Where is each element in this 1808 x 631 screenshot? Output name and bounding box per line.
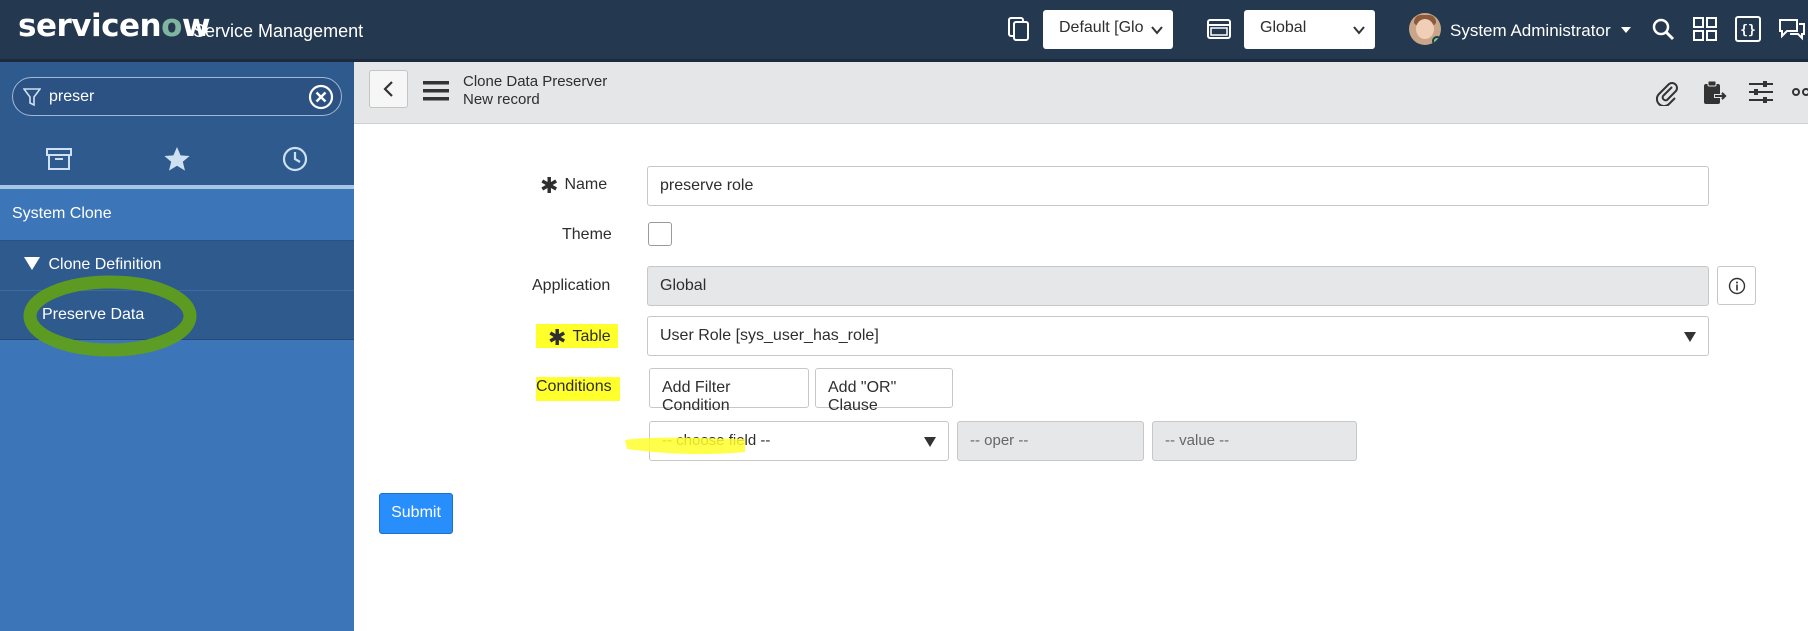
navigator-filter-input[interactable]: preser <box>12 77 342 116</box>
chat-icon[interactable] <box>1776 14 1806 44</box>
dropdown-arrow-icon <box>924 437 936 447</box>
application-navigator: preser System Clone Clone Definition Pre… <box>0 62 354 631</box>
operator-value: -- oper -- <box>970 432 1029 449</box>
update-set-select[interactable]: Default [Glo <box>1043 10 1173 49</box>
application-info-button[interactable] <box>1717 266 1756 305</box>
chevron-down-icon <box>1150 23 1164 41</box>
filter-icon <box>22 87 42 112</box>
add-or-clause-button[interactable]: Add "OR" Clause <box>815 368 953 414</box>
user-name: System Administrator <box>1450 21 1611 40</box>
nav-app-label: System Clone <box>12 205 112 222</box>
conditions-label: Conditions <box>536 377 620 401</box>
nav-app-system-clone[interactable]: System Clone <box>0 190 354 240</box>
value-placeholder: -- value -- <box>1165 432 1230 449</box>
name-value: preserve role <box>660 177 754 194</box>
nav-item-preserve-data[interactable]: Preserve Data <box>0 290 354 340</box>
online-status-dot <box>1432 36 1441 45</box>
application-scope-value: Global <box>1260 19 1307 36</box>
update-set-value: Default [Glo <box>1059 19 1144 36</box>
clear-filter-icon[interactable] <box>307 83 335 111</box>
value-field: -- value -- <box>1152 421 1357 461</box>
choose-field-select[interactable]: -- choose field -- <box>649 421 949 461</box>
table-label: ✱ Table <box>536 324 618 350</box>
clipboard-icon[interactable] <box>1702 80 1728 111</box>
application-label: Application <box>532 277 611 294</box>
add-filter-condition-button[interactable]: Add Filter Condition <box>649 368 809 414</box>
theme-checkbox[interactable] <box>648 222 672 246</box>
search-icon[interactable] <box>1648 14 1678 44</box>
nav-module-clone-definition[interactable]: Clone Definition <box>0 240 354 290</box>
nav-module-label: Clone Definition <box>48 256 162 273</box>
choose-field-value: -- choose field -- <box>662 432 771 449</box>
chevron-down-icon <box>1352 23 1366 41</box>
attachment-icon[interactable] <box>1655 80 1679 111</box>
application-field: Global <box>647 266 1709 306</box>
application-picker-icon[interactable] <box>1204 14 1234 44</box>
name-field[interactable]: preserve role <box>647 166 1709 206</box>
update-set-icon[interactable] <box>1004 14 1034 44</box>
app-title: Service Management <box>193 21 364 41</box>
svg-text:{}: {} <box>1740 23 1756 38</box>
back-arrow-icon <box>382 81 393 97</box>
application-scope-select[interactable]: Global <box>1244 10 1375 49</box>
script-debugger-icon[interactable]: {} <box>1733 14 1763 44</box>
required-asterisk-icon: ✱ <box>548 325 567 350</box>
submit-button[interactable]: Submit <box>379 493 453 534</box>
caret-down-icon <box>1621 27 1632 33</box>
all-apps-icon[interactable] <box>0 133 118 185</box>
table-select[interactable]: User Role [sys_user_has_role] <box>647 316 1709 356</box>
navigator-tabs <box>0 133 354 189</box>
theme-label: Theme <box>562 226 612 243</box>
navigator-filter-area: preser <box>0 62 354 133</box>
connect-icon[interactable] <box>1690 14 1720 44</box>
name-label: ✱ Name <box>540 173 608 198</box>
context-menu-icon[interactable] <box>423 80 449 107</box>
expand-triangle-icon <box>24 257 40 270</box>
info-icon <box>1728 277 1745 294</box>
dropdown-arrow-icon <box>1684 332 1696 342</box>
history-clock-icon[interactable] <box>236 133 354 185</box>
user-menu[interactable]: System Administrator <box>1450 21 1632 41</box>
more-options-icon[interactable] <box>1792 80 1808 109</box>
back-button[interactable] <box>369 70 408 108</box>
record-title: Clone Data Preserver <box>463 73 608 90</box>
application-value: Global <box>660 277 707 294</box>
favorites-star-icon[interactable] <box>118 133 236 185</box>
operator-select: -- oper -- <box>957 421 1144 461</box>
required-asterisk-icon: ✱ <box>540 173 559 198</box>
table-value: User Role [sys_user_has_role] <box>660 327 879 344</box>
nav-item-label: Preserve Data <box>42 306 145 323</box>
personalize-form-icon[interactable] <box>1748 80 1774 109</box>
form-header: Clone Data Preserver New record <box>354 62 1808 124</box>
user-avatar[interactable] <box>1409 13 1441 45</box>
servicenow-logo[interactable]: servicenow <box>18 8 211 44</box>
record-subtitle: New record <box>463 91 540 108</box>
top-header: servicenow Service Management Default [G… <box>0 0 1808 62</box>
active-tab-indicator <box>0 185 354 189</box>
filter-value: preser <box>49 88 95 105</box>
